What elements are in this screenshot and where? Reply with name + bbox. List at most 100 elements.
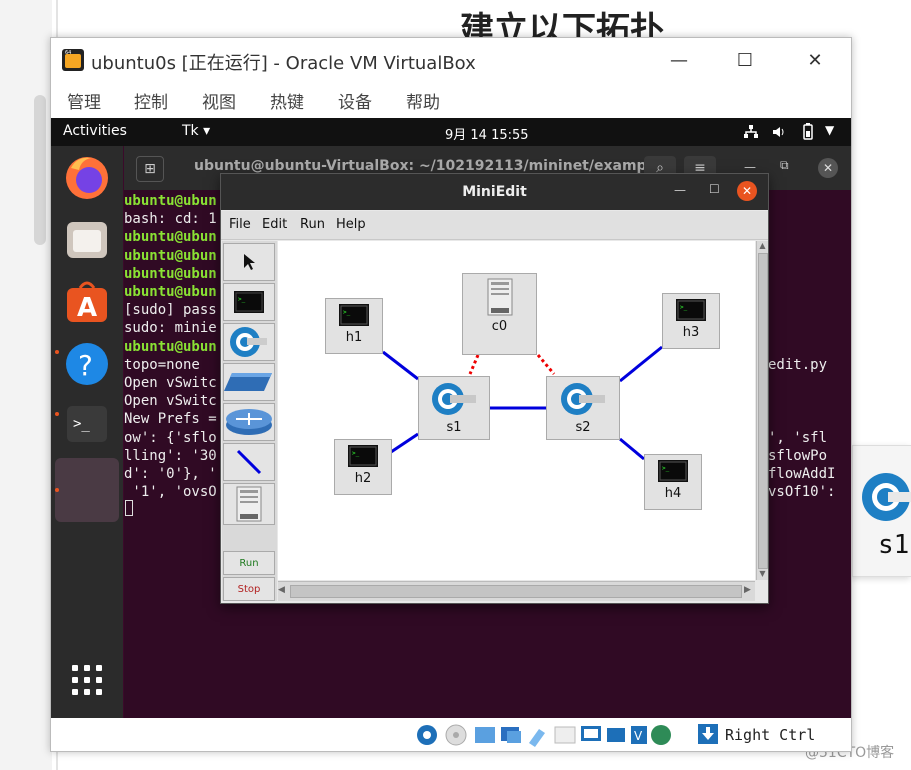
running-indicator xyxy=(55,350,59,354)
link-tool[interactable] xyxy=(223,443,275,481)
terminal-text: sudo: minie xyxy=(124,320,217,337)
canvas-horizontal-scrollbar[interactable]: ◀ ▶ xyxy=(278,581,755,601)
host-key-label: Right Ctrl xyxy=(725,726,816,744)
link-h4-s2[interactable] xyxy=(619,437,645,461)
terminal-line: New Prefs = xyxy=(124,410,217,428)
terminal-text: d': '0'}, ' xyxy=(124,466,217,482)
host-tool[interactable]: >_ xyxy=(223,283,275,321)
host-h4[interactable]: >_ h4 xyxy=(644,454,702,510)
scroll-left-arrow-icon[interactable]: ◀ xyxy=(278,585,288,595)
terminal-text-fragment: ', 'sfl xyxy=(768,429,828,446)
switch-icon xyxy=(230,327,267,357)
scroll-right-arrow-icon[interactable]: ▶ xyxy=(744,585,754,595)
menu-view[interactable]: 视图 xyxy=(202,88,236,113)
scroll-down-arrow-icon[interactable]: ▼ xyxy=(758,569,767,579)
ubuntu-top-bar: Activities Tk ▾ 9月 14 15:55 ▼ xyxy=(51,118,851,146)
controller-tool[interactable] xyxy=(223,483,275,525)
controller-icon xyxy=(487,278,512,316)
miniedit-dock-item[interactable] xyxy=(55,458,119,522)
menu-help[interactable]: Help xyxy=(336,217,366,232)
host-h2[interactable]: >_ h2 xyxy=(334,439,392,495)
controller-c0[interactable]: c0 xyxy=(462,273,537,355)
miniedit-window[interactable]: MiniEdit — ☐ ✕ File Edit Run Help >_ Run… xyxy=(220,173,769,604)
topology-canvas[interactable]: >_ h1 >_ h2 >_ h3 >_ h4 s1 s2 c0 xyxy=(278,241,755,580)
node-label: h1 xyxy=(345,330,363,345)
virtualbox-titlebar[interactable]: 64 ubuntu0s [正在运行] - Oracle VM VirtualBo… xyxy=(51,38,851,82)
svg-text:>_: >_ xyxy=(352,450,360,457)
host-h3[interactable]: >_ h3 xyxy=(662,293,720,349)
terminal-minimize-button[interactable]: — xyxy=(744,160,756,174)
router-icon xyxy=(226,409,272,435)
svg-text:>_: >_ xyxy=(662,465,670,472)
show-apps-icon[interactable] xyxy=(71,664,103,696)
legacy-switch-icon xyxy=(224,373,272,391)
miniedit-titlebar[interactable]: MiniEdit — ☐ ✕ xyxy=(221,174,768,210)
link-h1-s1[interactable] xyxy=(382,350,419,381)
terminal-line: ubuntu@ubun xyxy=(124,283,217,301)
files-icon[interactable] xyxy=(63,216,111,264)
scroll-up-arrow-icon[interactable]: ▲ xyxy=(758,241,767,251)
terminal-text: lling': '30 xyxy=(124,447,217,464)
miniedit-maximize-button[interactable]: ☐ xyxy=(709,182,720,196)
new-tab-icon[interactable]: ⊞ xyxy=(136,156,164,182)
menu-file[interactable]: File xyxy=(229,217,251,232)
menu-manage[interactable]: 管理 xyxy=(67,88,101,113)
host-h1[interactable]: >_ h1 xyxy=(325,298,383,354)
menu-control[interactable]: 控制 xyxy=(134,88,168,113)
terminal-text: New Prefs = xyxy=(124,411,217,428)
firefox-icon[interactable] xyxy=(63,154,111,202)
canvas-vertical-scrollbar[interactable]: ▲ ▼ xyxy=(756,241,768,580)
miniedit-minimize-button[interactable]: — xyxy=(674,183,686,197)
switch-s1[interactable]: s1 xyxy=(418,376,490,440)
terminal-line: [sudo] pass xyxy=(124,301,217,319)
switch-s2[interactable]: s2 xyxy=(546,376,620,440)
link-icon xyxy=(236,449,262,475)
system-menu-arrow-icon[interactable]: ▼ xyxy=(825,123,834,137)
terminal-text: bash: cd: 1 xyxy=(124,211,217,228)
control-link-c0-s1[interactable] xyxy=(468,354,480,375)
software-icon[interactable]: A xyxy=(63,278,111,326)
clock[interactable]: 9月 14 15:55 xyxy=(445,124,529,143)
miniedit-close-button[interactable]: ✕ xyxy=(737,181,757,201)
legacy-switch-tool[interactable] xyxy=(223,363,275,401)
terminal-close-button[interactable]: ✕ xyxy=(818,158,838,178)
run-button[interactable]: Run xyxy=(223,551,275,575)
svg-text:64: 64 xyxy=(65,50,71,56)
host-key-arrow-icon[interactable] xyxy=(697,723,719,745)
activities-button[interactable]: Activities xyxy=(63,123,127,139)
router-tool[interactable] xyxy=(223,403,275,441)
switch-tool[interactable] xyxy=(223,323,275,361)
scroll-thumb[interactable] xyxy=(758,253,768,569)
maximize-button[interactable]: ☐ xyxy=(721,44,769,76)
menu-hotkeys[interactable]: 热键 xyxy=(270,88,304,113)
virtualbox-statusbar: V Right Ctrl xyxy=(51,718,851,751)
terminal-prompt: ubuntu@ubun xyxy=(124,193,217,209)
battery-icon[interactable] xyxy=(799,123,817,141)
host-icon: >_ xyxy=(676,299,706,321)
app-menu[interactable]: Tk ▾ xyxy=(182,123,210,139)
terminal-icon[interactable]: >_ xyxy=(63,400,111,448)
terminal-line: Open vSwitc xyxy=(124,392,217,410)
background-scrollbar[interactable] xyxy=(34,95,46,245)
device-status-icons[interactable]: V xyxy=(415,723,675,747)
link-h3-s2[interactable] xyxy=(619,345,663,383)
menu-devices[interactable]: 设备 xyxy=(338,88,372,113)
close-button[interactable]: ✕ xyxy=(791,44,839,76)
stop-button[interactable]: Stop xyxy=(223,577,275,601)
terminal-line: d': '0'}, ' xyxy=(124,465,217,483)
terminal-maximize-button[interactable]: ⧉ xyxy=(780,158,789,173)
miniedit-menubar: File Edit Run Help xyxy=(221,211,768,240)
volume-icon[interactable] xyxy=(771,124,787,140)
control-link-c0-s2[interactable] xyxy=(536,354,556,375)
select-tool[interactable] xyxy=(223,243,275,281)
scroll-thumb[interactable] xyxy=(290,585,742,598)
node-label: s2 xyxy=(575,420,591,435)
network-icon[interactable] xyxy=(743,124,759,140)
menu-run[interactable]: Run xyxy=(300,217,325,232)
menu-help[interactable]: 帮助 xyxy=(406,88,440,113)
link-h2-s1[interactable] xyxy=(390,432,419,454)
minimize-button[interactable]: — xyxy=(655,44,703,76)
help-icon[interactable]: ? xyxy=(63,340,111,388)
terminal-line: ubuntu@ubun xyxy=(124,247,217,265)
menu-edit[interactable]: Edit xyxy=(262,217,287,232)
